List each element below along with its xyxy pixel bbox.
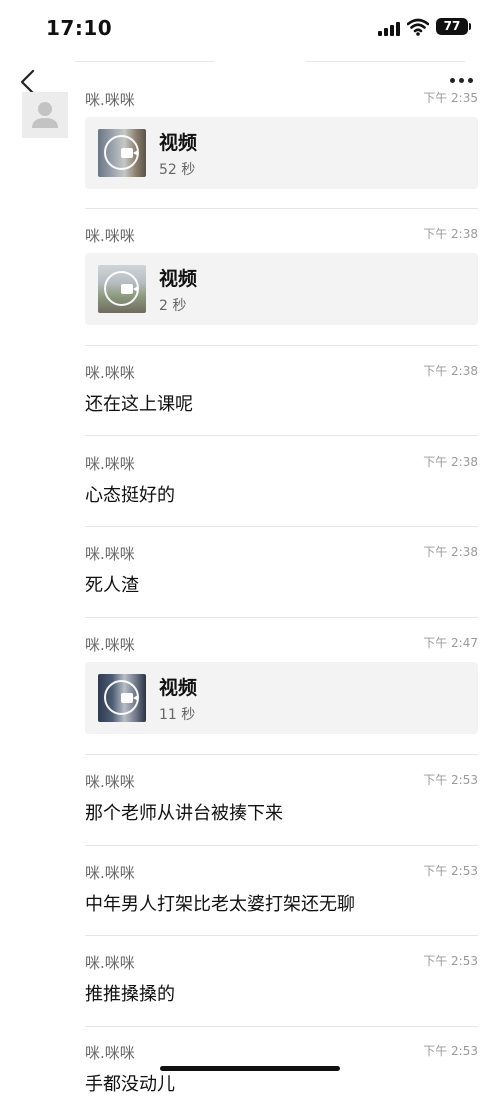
message-text: 中年男人打架比老太婆打架还无聊 (85, 894, 355, 915)
message-text: 死人渣 (85, 575, 139, 596)
message-text: 心态挺好的 (85, 485, 175, 506)
message-time: 下午 2:53 (423, 1044, 478, 1058)
video-message[interactable]: 视频 2 秒 (85, 253, 478, 325)
divider (85, 1026, 478, 1027)
message-item: 咪.咪咪 下午 2:53 那个老师从讲台被揍下来 (85, 772, 478, 826)
sender-name: 咪.咪咪 (85, 1044, 135, 1062)
video-title: 视频 (159, 132, 198, 154)
divider (85, 617, 478, 618)
message-text: 那个老师从讲台被揍下来 (85, 803, 283, 824)
message-time: 下午 2:53 (423, 864, 478, 878)
message-item: 咪.咪咪 下午 2:53 中年男人打架比老太婆打架还无聊 (85, 863, 478, 917)
divider (85, 845, 478, 846)
video-title: 视频 (159, 268, 198, 290)
battery-tip-icon (469, 23, 471, 30)
sender-name: 咪.咪咪 (85, 636, 135, 654)
message-time: 下午 2:38 (423, 364, 478, 378)
video-message[interactable]: 视频 11 秒 (85, 662, 478, 734)
status-bar: 17:10 77 (0, 0, 500, 58)
more-options-button[interactable] (450, 78, 476, 88)
message-item: 咪.咪咪 下午 2:47 视频 11 秒 (85, 635, 478, 734)
message-time: 下午 2:38 (423, 545, 478, 559)
message-item: 咪.咪咪 下午 2:38 视频 2 秒 (85, 226, 478, 325)
divider (305, 61, 465, 62)
video-thumbnail (98, 265, 146, 313)
video-thumbnail (98, 674, 146, 722)
video-message[interactable]: 视频 52 秒 (85, 117, 478, 189)
sender-name: 咪.咪咪 (85, 954, 135, 972)
message-time: 下午 2:38 (423, 455, 478, 469)
message-item: 咪.咪咪 下午 2:53 手都没动儿 (85, 1043, 478, 1099)
video-play-icon (104, 135, 139, 170)
message-item: 咪.咪咪 下午 2:38 心态挺好的 (85, 454, 478, 508)
message-item: 咪.咪咪 下午 2:53 推推搡搡的 (85, 953, 478, 1007)
cellular-signal-icon (378, 20, 402, 36)
sender-name: 咪.咪咪 (85, 773, 135, 791)
default-user-icon (32, 102, 58, 128)
video-duration: 2 秒 (159, 298, 187, 314)
message-item: 咪.咪咪 下午 2:35 视频 52 秒 (85, 90, 478, 189)
message-time: 下午 2:35 (423, 91, 478, 105)
avatar[interactable] (22, 92, 68, 138)
message-time: 下午 2:38 (423, 227, 478, 241)
message-text: 还在这上课呢 (85, 394, 193, 415)
divider (85, 754, 478, 755)
video-title: 视频 (159, 677, 198, 699)
sender-name: 咪.咪咪 (85, 864, 135, 882)
divider (75, 61, 215, 62)
message-text: 手都没动儿 (85, 1074, 175, 1095)
battery-level: 77 (436, 18, 468, 35)
video-thumbnail (98, 129, 146, 177)
sender-name: 咪.咪咪 (85, 455, 135, 473)
message-item: 咪.咪咪 下午 2:38 死人渣 (85, 544, 478, 598)
message-item: 咪.咪咪 下午 2:38 还在这上课呢 (85, 363, 478, 417)
sender-name: 咪.咪咪 (85, 227, 135, 245)
sender-name: 咪.咪咪 (85, 545, 135, 563)
video-play-icon (104, 680, 139, 715)
message-time: 下午 2:53 (423, 954, 478, 968)
divider (85, 345, 478, 346)
sender-name: 咪.咪咪 (85, 91, 135, 109)
video-play-icon (104, 271, 139, 306)
divider (85, 935, 478, 936)
status-time: 17:10 (46, 16, 113, 40)
message-text: 推推搡搡的 (85, 984, 175, 1005)
divider (85, 208, 478, 209)
divider (85, 435, 478, 436)
divider (85, 526, 478, 527)
sender-name: 咪.咪咪 (85, 364, 135, 382)
message-time: 下午 2:53 (423, 773, 478, 787)
home-indicator[interactable] (160, 1066, 340, 1071)
message-time: 下午 2:47 (423, 636, 478, 650)
wifi-icon (406, 18, 430, 36)
video-duration: 11 秒 (159, 707, 196, 723)
video-duration: 52 秒 (159, 162, 196, 178)
